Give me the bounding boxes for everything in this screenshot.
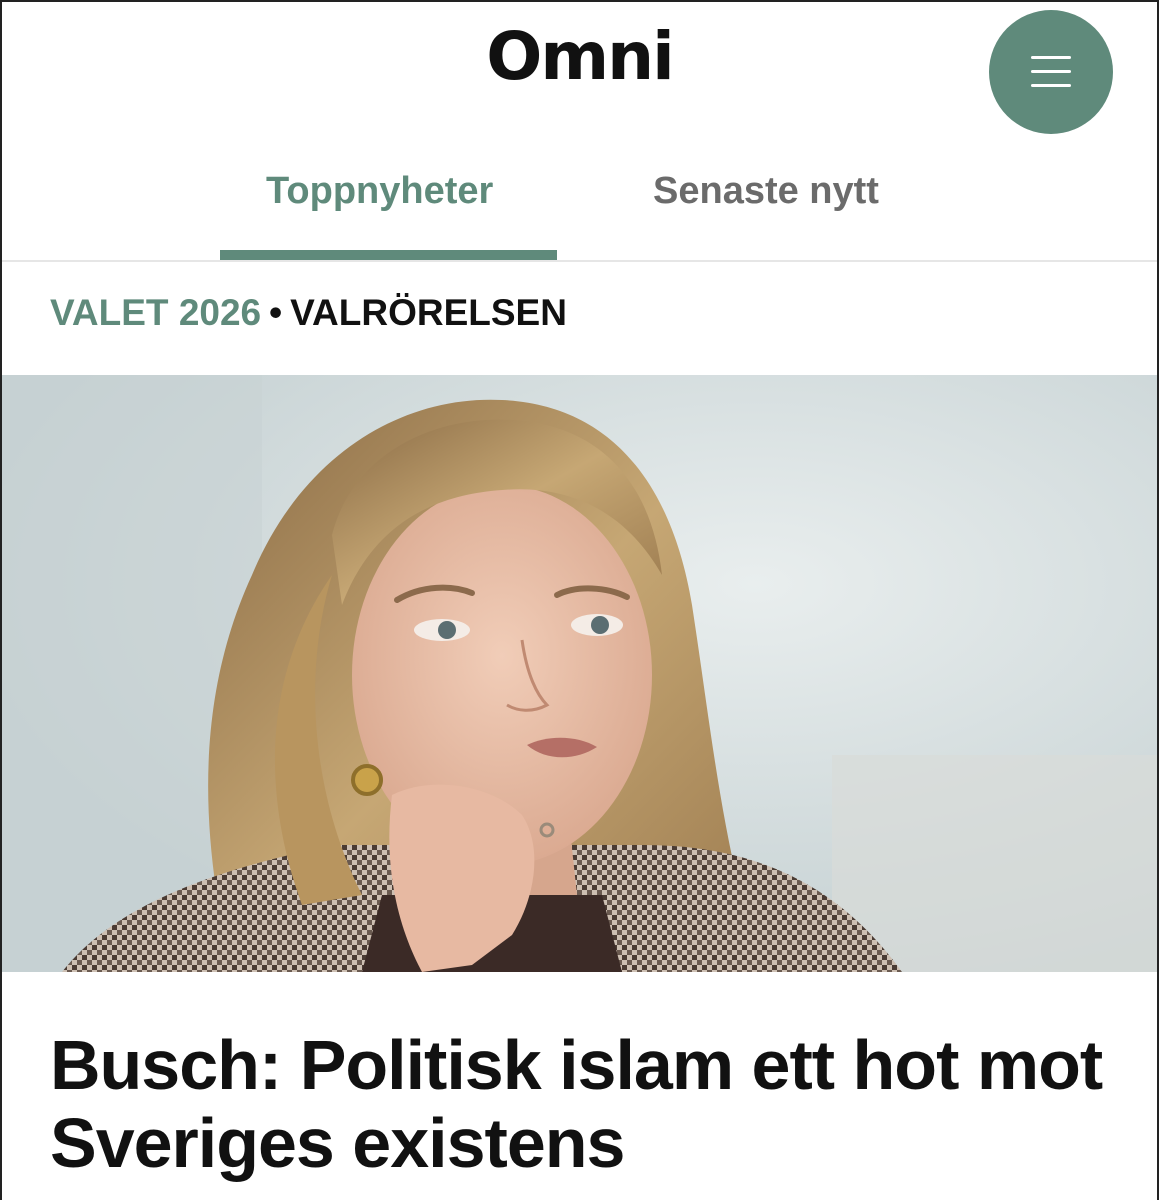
news-tabs: Toppnyheter Senaste nytt [2, 142, 1157, 262]
omni-logo[interactable]: Omni [2, 24, 1157, 90]
tab-senaste-nytt[interactable]: Senaste nytt [653, 170, 879, 213]
subcategory-label[interactable]: VALRÖRELSEN [290, 292, 567, 333]
tab-toppnyheter[interactable]: Toppnyheter [266, 170, 493, 213]
portrait-photo [2, 375, 1157, 972]
active-tab-indicator [220, 250, 557, 260]
article-page: Omni Toppnyheter Senaste nytt VALET 2026… [0, 0, 1159, 1200]
article-category: VALET 2026 • VALRÖRELSEN [50, 292, 567, 334]
site-header: Omni [2, 2, 1157, 137]
menu-button[interactable] [989, 10, 1113, 134]
hamburger-menu-icon [1031, 56, 1071, 88]
category-separator: • [269, 292, 283, 333]
article-headline[interactable]: Busch: Politisk islam ett hot mot Sverig… [50, 1026, 1130, 1183]
article-image[interactable] [2, 375, 1157, 972]
category-label[interactable]: VALET 2026 [50, 292, 261, 333]
